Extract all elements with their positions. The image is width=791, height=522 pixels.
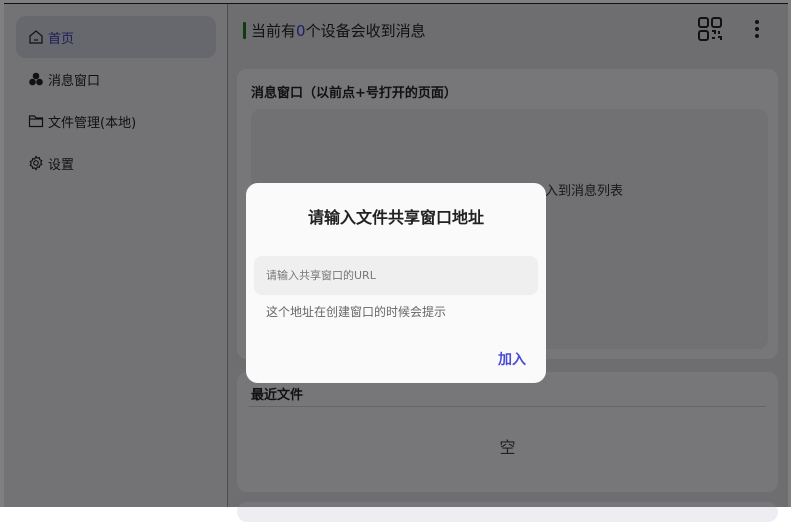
share-url-input[interactable] [254,256,538,295]
dialog-title: 请输入文件共享窗口地址 [307,208,484,227]
help-text: 这个地址在创建窗口的时候会提示 [266,305,447,319]
share-window-dialog: 请输入文件共享窗口地址 这个地址在创建窗口的时候会提示 加入 [246,183,546,383]
join-button[interactable]: 加入 [498,349,526,369]
